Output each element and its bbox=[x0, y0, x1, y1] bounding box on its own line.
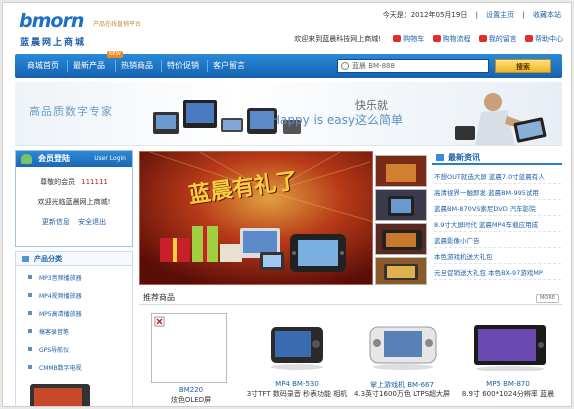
help-link[interactable]: 帮助中心 bbox=[525, 35, 563, 43]
category-item[interactable]: GPS导航仪 bbox=[28, 345, 69, 357]
news-title: 最新资讯 bbox=[448, 153, 480, 162]
product-image bbox=[474, 325, 546, 371]
product-desc: 炫色OLED屏 bbox=[170, 396, 212, 404]
welcome-text: 欢迎来到蓝晨科技网上商城! bbox=[294, 35, 382, 43]
page: bmorn 产品在线直销平台 蓝晨网上商城 今天是：2012年05月19日 | … bbox=[2, 2, 572, 407]
logo-text-cn: 蓝晨网上商城 bbox=[20, 38, 87, 48]
search-box[interactable]: 蓝晨 BM-888 bbox=[337, 59, 489, 73]
category-item[interactable]: MP5高清播放器 bbox=[28, 309, 82, 321]
category-item[interactable]: MP4视频播放器 bbox=[28, 291, 82, 303]
update-info-link[interactable]: 更新信息 bbox=[42, 218, 70, 226]
logout-link[interactable]: 安全退出 bbox=[78, 218, 106, 226]
member-title: 会员登陆 bbox=[38, 154, 70, 163]
user-icon bbox=[21, 154, 32, 164]
category-icon bbox=[22, 256, 29, 262]
recommend-title: 推荐商品 bbox=[143, 293, 175, 302]
help-icon bbox=[525, 35, 533, 42]
main-nav: 商城首页 最新产品 NEW 热销商品 特价促销 客户留言 蓝晨 BM-888 搜… bbox=[15, 51, 562, 78]
news-item[interactable]: 高清视界一触即发 蓝晨BM-995试用 bbox=[434, 186, 561, 200]
product-card[interactable]: 掌上游戏机 BM-667 4.3英寸1600万色 LTPS超大屏 bbox=[352, 309, 452, 406]
feature-thumbnails bbox=[375, 151, 431, 285]
news-icon bbox=[436, 154, 444, 161]
member-header: 会员登陆 User Login bbox=[16, 151, 132, 167]
category-header: 产品分类 bbox=[16, 252, 132, 266]
search-input[interactable]: 蓝晨 BM-888 bbox=[352, 60, 395, 72]
thumbnail[interactable] bbox=[375, 189, 427, 221]
thumbnail[interactable] bbox=[375, 223, 427, 255]
member-greet: 尊敬的会员 111111 bbox=[40, 178, 108, 186]
nav-promotions[interactable]: 特价促销 bbox=[167, 54, 199, 78]
thumbnail[interactable] bbox=[375, 155, 427, 187]
member-panel: 会员登陆 User Login 尊敬的会员 111111 欢迎光临蓝晨网上商城! … bbox=[15, 150, 133, 247]
product-desc: 8.9寸 600*1024分辨率 蓝晨 bbox=[461, 390, 555, 398]
feature-slideshow[interactable]: 蓝晨有礼了 bbox=[139, 151, 373, 285]
news-item[interactable]: 本色游戏机送大礼包 bbox=[434, 250, 561, 264]
news-item[interactable]: 8.9寸大屏时代 蓝晨MP4车载应用成 bbox=[434, 218, 561, 232]
category-item[interactable]: MP3音频播放器 bbox=[28, 273, 82, 285]
message-icon bbox=[478, 35, 487, 42]
news-item[interactable]: 蓝晨BM-870VS索尼DVD 汽车影院 bbox=[434, 202, 561, 216]
process-link[interactable]: 购物流程 bbox=[432, 35, 471, 43]
category-title: 产品分类 bbox=[34, 255, 62, 263]
top-links: 今天是：2012年05月19日 | 设置主页 | 收藏本站 bbox=[382, 11, 561, 19]
recommend-header: 推荐商品 MORE bbox=[139, 291, 562, 305]
product-name[interactable]: MP5 BM-870 bbox=[458, 380, 558, 388]
product-image bbox=[271, 327, 323, 370]
user-login-label: User Login bbox=[94, 155, 126, 162]
message-link[interactable]: 我的留言 bbox=[478, 35, 517, 43]
process-icon bbox=[432, 35, 441, 42]
product-name[interactable]: MP4 BM-530 bbox=[247, 380, 347, 388]
cart-link[interactable]: 购物车 bbox=[393, 35, 424, 43]
product-card[interactable]: BM220 炫色OLED屏 bbox=[141, 309, 241, 406]
category-item[interactable]: 搞客录音笔 bbox=[28, 327, 69, 339]
product-desc: 3寸TFT 数码录音 秒表功能 相机 bbox=[246, 390, 348, 398]
member-body: 尊敬的会员 111111 欢迎光临蓝晨网上商城! 更新信息 安全退出 bbox=[16, 167, 132, 231]
broken-image-icon bbox=[151, 313, 227, 383]
product-desc: 4.3英寸1600万色 LTPS超大屏 bbox=[353, 390, 451, 398]
member-actions: 更新信息 安全退出 bbox=[20, 217, 128, 227]
thumbnail[interactable] bbox=[375, 257, 427, 285]
banner-slogan-2: Happy is easy这么简单 bbox=[271, 113, 404, 127]
product-name[interactable]: BM220 bbox=[141, 386, 241, 394]
cart-icon bbox=[393, 35, 402, 42]
bookmark-link[interactable]: 收藏本站 bbox=[533, 11, 561, 19]
news-item[interactable]: 不想OUT就选大屏 蓝晨7.0寸蓝晨有人 bbox=[434, 170, 561, 184]
category-panel: 产品分类 MP3音频播放器 MP4视频播放器 MP5高清播放器 搞客录音笔 GP… bbox=[15, 251, 133, 406]
member-welcome: 欢迎光临蓝晨网上商城! bbox=[37, 198, 111, 206]
nav-hot-products[interactable]: 热销商品 bbox=[121, 54, 153, 78]
banner[interactable]: 高品质数字专家 快乐就 Happy is easy这么简单 bbox=[15, 82, 562, 146]
news-item[interactable]: 蓝晨影像小广告 bbox=[434, 234, 561, 248]
category-item[interactable]: CMMB数字电视 bbox=[28, 363, 82, 375]
news-item[interactable]: 元旦促销送大礼包 本色BX-97游戏MP bbox=[434, 266, 561, 280]
more-button[interactable]: MORE bbox=[536, 294, 559, 303]
product-image bbox=[369, 326, 437, 370]
logo-text-en: bmorn bbox=[19, 10, 84, 32]
category-product-image bbox=[30, 384, 90, 406]
product-card[interactable]: MP5 BM-870 8.9寸 600*1024分辨率 蓝晨 bbox=[458, 309, 558, 406]
logo-slogan: 产品在线直销平台 bbox=[93, 21, 142, 28]
member-id: 111111 bbox=[81, 178, 108, 186]
set-homepage-link[interactable]: 设置主页 bbox=[486, 11, 514, 19]
news-header: 最新资讯 bbox=[432, 150, 562, 165]
welcome-bar: 欢迎来到蓝晨科技网上商城! 购物车 购物流程 我的留言 帮助中心 bbox=[294, 34, 563, 44]
product-card[interactable]: MP4 BM-530 3寸TFT 数码录音 秒表功能 相机 bbox=[247, 309, 347, 406]
date-text: 今天是：2012年05月19日 bbox=[382, 11, 468, 19]
logo[interactable]: bmorn 产品在线直销平台 蓝晨网上商城 bbox=[19, 10, 141, 50]
nav-home[interactable]: 商城首页 bbox=[27, 54, 59, 78]
nav-new-products[interactable]: 最新产品 bbox=[73, 54, 105, 78]
nav-guestbook[interactable]: 客户留言 bbox=[213, 54, 245, 78]
search-icon bbox=[341, 62, 349, 70]
news-panel: 最新资讯 不想OUT就选大屏 蓝晨7.0寸蓝晨有人 高清视界一触即发 蓝晨BM-… bbox=[432, 150, 562, 288]
search-button[interactable]: 搜索 bbox=[495, 59, 551, 73]
